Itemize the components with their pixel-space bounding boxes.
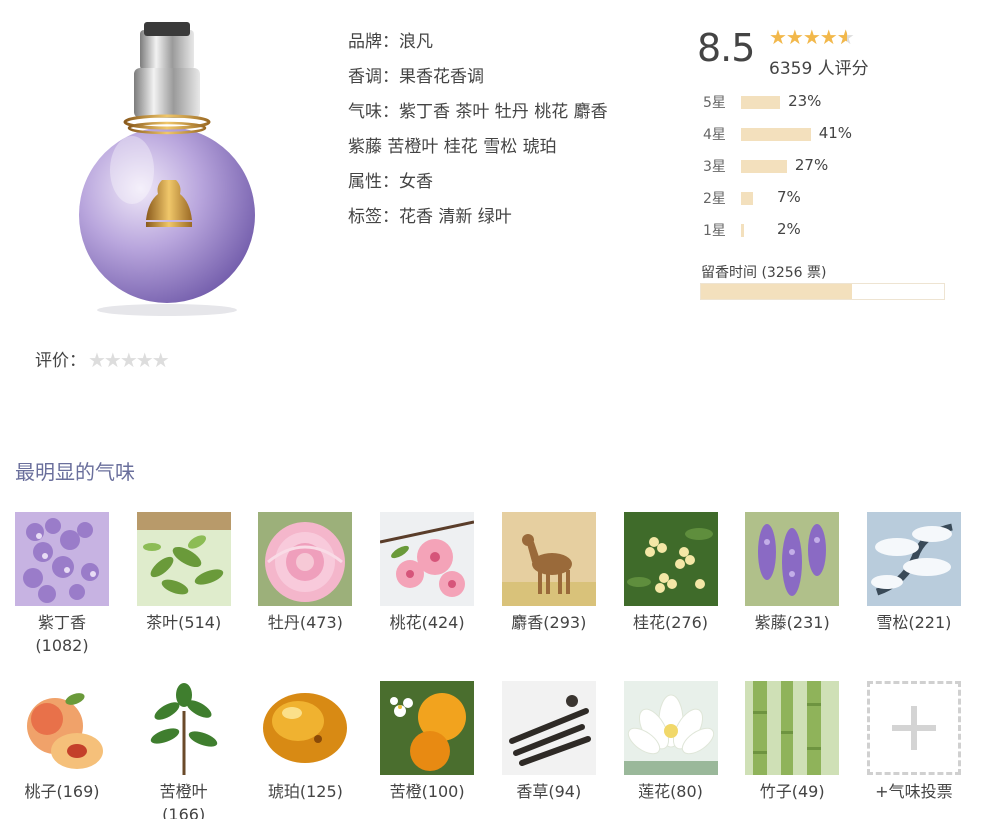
distribution-percent: 2%: [777, 220, 801, 238]
note-name[interactable]: 苦橙(100): [372, 780, 482, 803]
distribution-bar: [741, 128, 811, 141]
notes-links[interactable]: 紫丁香 茶叶 牡丹 桃花 麝香: [399, 102, 608, 122]
vote-count: 6359 人评分: [769, 59, 869, 79]
distribution-label: 1星: [703, 223, 726, 239]
wisteria-icon[interactable]: [745, 512, 840, 606]
info-brand: 品牌：浪凡: [348, 32, 433, 52]
distribution-percent: 7%: [777, 188, 801, 206]
average-score: 8.5: [697, 26, 755, 70]
note-name[interactable]: 琥珀(125): [250, 780, 360, 803]
distribution-label: 4星: [703, 127, 726, 143]
add-note-vote[interactable]: +气味投票: [859, 681, 969, 803]
note-name[interactable]: 茶叶(514): [129, 611, 239, 634]
note-item[interactable]: 茶叶(514): [129, 512, 239, 634]
bamboo-icon[interactable]: [745, 681, 840, 775]
info-gender: 属性：女香: [348, 172, 433, 192]
info-tags: 标签：花香 清新 绿叶: [348, 207, 512, 227]
note-item[interactable]: 香草(94): [494, 681, 604, 803]
info-notes-continued: 紫藤 苦橙叶 桂花 雪松 琥珀: [348, 130, 668, 165]
distribution-label: 2星: [703, 191, 726, 207]
note-item[interactable]: 桃花(424): [372, 512, 482, 634]
user-rating-label: 评价：: [35, 351, 86, 371]
tags-links[interactable]: 花香 清新 绿叶: [399, 207, 512, 227]
note-name[interactable]: 苦橙叶(166): [144, 780, 224, 819]
note-name[interactable]: 桃子(169): [7, 780, 117, 803]
distribution-bar: [741, 192, 753, 205]
peony-icon[interactable]: [258, 512, 353, 606]
plus-icon[interactable]: [866, 681, 961, 775]
info-notes: 气味：紫丁香 茶叶 牡丹 桃花 麝香: [348, 102, 608, 122]
vanilla-icon[interactable]: [501, 681, 596, 775]
gender-link[interactable]: 女香: [399, 172, 433, 192]
note-item[interactable]: 莲花(80): [616, 681, 726, 803]
distribution-row: 4星 41%: [703, 120, 953, 152]
distribution-percent: 41%: [818, 124, 853, 142]
note-name[interactable]: 牡丹(473): [250, 611, 360, 634]
product-image: [62, 10, 272, 320]
lotus-icon[interactable]: [623, 681, 718, 775]
tea-leaf-icon[interactable]: [136, 512, 231, 606]
note-name[interactable]: 桃花(424): [372, 611, 482, 634]
distribution-label: 5星: [703, 95, 726, 111]
note-name[interactable]: 紫藤(231): [737, 611, 847, 634]
longevity-label: 留香时间 (3256 票): [701, 265, 827, 281]
notes-links-2[interactable]: 紫藤 苦橙叶 桂花 雪松 琥珀: [348, 137, 557, 157]
accord-link[interactable]: 果香花香调: [399, 67, 484, 87]
distribution-row: 3星 27%: [703, 152, 953, 184]
distribution-percent: 27%: [794, 156, 829, 174]
note-item[interactable]: 牡丹(473): [250, 512, 360, 634]
longevity-fill: [701, 284, 852, 299]
peach-icon[interactable]: [15, 681, 109, 775]
vote-note-link[interactable]: +气味投票: [859, 780, 969, 803]
info-accord: 香调：果香花香调: [348, 67, 484, 87]
amber-icon[interactable]: [258, 681, 353, 775]
note-item[interactable]: 琥珀(125): [250, 681, 360, 803]
note-name[interactable]: 莲花(80): [616, 780, 726, 803]
note-item[interactable]: 桂花(276): [616, 512, 726, 634]
note-item[interactable]: 麝香(293): [494, 512, 604, 634]
note-name[interactable]: 桂花(276): [616, 611, 726, 634]
note-name[interactable]: 香草(94): [494, 780, 604, 803]
note-name[interactable]: 紫丁香(1082): [22, 611, 102, 657]
petitgrain-icon[interactable]: [136, 681, 231, 775]
distribution-row: 2星 7%: [703, 184, 953, 216]
note-item[interactable]: 桃子(169): [7, 681, 117, 803]
note-item[interactable]: 苦橙(100): [372, 681, 482, 803]
distribution-row: 1星 2%: [703, 216, 953, 248]
distribution-bar: [741, 160, 787, 173]
note-name[interactable]: 竹子(49): [737, 780, 847, 803]
peach-blossom-icon[interactable]: [380, 512, 475, 606]
longevity-bar: [700, 283, 945, 300]
bitter-orange-icon[interactable]: [380, 681, 475, 775]
note-item[interactable]: 紫藤(231): [737, 512, 847, 634]
notes-section-title: 最明显的气味: [15, 460, 135, 484]
distribution-bar: [741, 96, 781, 109]
product-info: 品牌：浪凡 香调：果香花香调 气味：紫丁香 茶叶 牡丹 桃花 麝香 紫藤 苦橙叶…: [348, 25, 668, 235]
distribution-label: 3星: [703, 159, 726, 175]
note-name[interactable]: 雪松(221): [859, 611, 969, 634]
cedar-icon[interactable]: [866, 512, 961, 606]
note-item[interactable]: 竹子(49): [737, 681, 847, 803]
perfume-bottle-icon: [79, 22, 255, 316]
brand-link[interactable]: 浪凡: [399, 32, 433, 52]
user-rating-stars[interactable]: ★★★★★: [88, 348, 170, 372]
distribution-percent: 23%: [788, 92, 822, 110]
musk-deer-icon[interactable]: [501, 512, 596, 606]
lilac-icon[interactable]: [15, 512, 109, 606]
distribution-bar: [741, 224, 745, 237]
note-item[interactable]: 雪松(221): [859, 512, 969, 634]
distribution-row: 5星 23%: [703, 88, 953, 120]
user-rating: 评价： ★★★★★: [35, 346, 170, 372]
note-item[interactable]: 紫丁香(1082): [7, 512, 117, 657]
note-name[interactable]: 麝香(293): [494, 611, 604, 634]
average-stars: ★★★★★ ★: [769, 25, 855, 49]
rating-distribution: 5星 23% 4星 41% 3星 27% 2星 7% 1星 2%: [703, 88, 953, 248]
note-item[interactable]: 苦橙叶(166): [129, 681, 239, 819]
osmanthus-icon[interactable]: [623, 512, 718, 606]
